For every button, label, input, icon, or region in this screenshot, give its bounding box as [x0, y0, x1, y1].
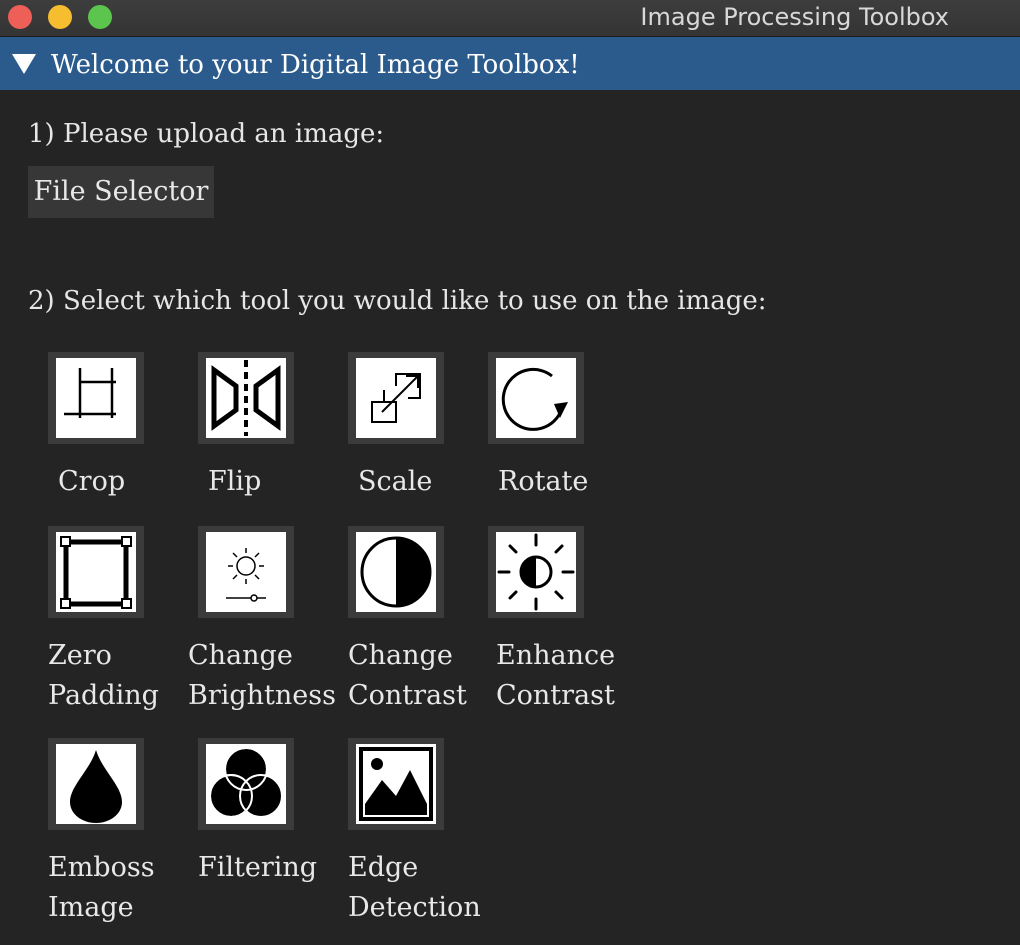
- padding-frame-icon: [60, 536, 132, 609]
- filter-circles-icon: [209, 747, 283, 818]
- change-contrast-button[interactable]: [348, 526, 444, 618]
- crop-label: Crop: [58, 466, 126, 497]
- header-title: Welcome to your Digital Image Toolbox!: [51, 50, 580, 80]
- zero-padding-button[interactable]: [48, 526, 144, 618]
- rotate-button[interactable]: [488, 352, 584, 444]
- minimize-window-button[interactable]: [48, 5, 72, 29]
- emboss-image-button[interactable]: [48, 738, 144, 830]
- close-window-button[interactable]: [8, 5, 32, 29]
- step1-label: 1) Please upload an image:: [28, 119, 385, 149]
- window-title: Image Processing Toolbox: [640, 3, 949, 31]
- flip-label: Flip: [208, 466, 262, 497]
- crop-icon: [64, 368, 116, 418]
- zero-padding-label: Zero Padding: [48, 640, 159, 711]
- change-contrast-label: Change Contrast: [348, 640, 467, 711]
- image-icon: [359, 747, 433, 821]
- scale-icon: [371, 373, 421, 423]
- window-titlebar: Image Processing Toolbox: [0, 0, 1020, 37]
- filtering-button[interactable]: [198, 738, 294, 830]
- maximize-window-button[interactable]: [88, 5, 112, 29]
- rotate-label: Rotate: [498, 466, 589, 497]
- filtering-label: Filtering: [198, 852, 318, 883]
- scale-button[interactable]: [348, 352, 444, 444]
- contrast-icon: [360, 536, 432, 608]
- sun-contrast-icon: [497, 533, 575, 611]
- brightness-slider-icon: [226, 548, 266, 602]
- emboss-image-label: Emboss Image: [48, 852, 155, 923]
- flip-icon: [211, 360, 281, 436]
- crop-button[interactable]: [48, 352, 144, 444]
- flip-button[interactable]: [198, 352, 294, 444]
- file-selector-button[interactable]: File Selector: [28, 166, 214, 218]
- scale-label: Scale: [358, 466, 433, 497]
- change-brightness-button[interactable]: [198, 526, 294, 618]
- edge-detection-button[interactable]: [348, 738, 444, 830]
- change-brightness-label: Change Brightness: [188, 640, 336, 711]
- enhance-contrast-button[interactable]: [488, 526, 584, 618]
- rotate-icon: [501, 368, 568, 431]
- step2-label: 2) Select which tool you would like to u…: [28, 286, 767, 316]
- collapsing-header[interactable]: Welcome to your Digital Image Toolbox!: [0, 37, 1020, 90]
- edge-detection-label: Edge Detection: [348, 852, 481, 923]
- drop-icon: [70, 750, 122, 823]
- collapse-arrow-icon[interactable]: [11, 53, 37, 75]
- enhance-contrast-label: Enhance Contrast: [496, 640, 616, 711]
